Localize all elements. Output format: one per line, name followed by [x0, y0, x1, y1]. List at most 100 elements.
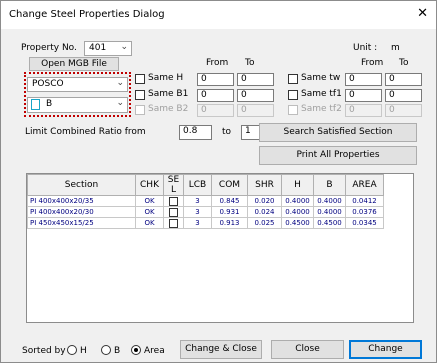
- same-tf2-checkbox[interactable]: [288, 105, 298, 115]
- window-title: Change Steel Properties Dialog: [9, 9, 165, 20]
- column-header-lcb[interactable]: LCB: [183, 174, 212, 196]
- same-tw-label: Same tw: [301, 73, 341, 83]
- row-select-checkbox[interactable]: [169, 218, 178, 228]
- cell-area: 0.0376: [345, 206, 384, 218]
- table-row[interactable]: PI 400x400x20/30 OK 3 0.931 0.024 0.4000 0.400…: [27, 206, 384, 218]
- results-table: Section CHK SE L LCB COM SHR H B AREA PI 400x400…: [26, 173, 414, 323]
- same-tf1-from-input[interactable]: 0: [345, 89, 382, 102]
- column-header-h[interactable]: H: [281, 174, 314, 196]
- sort-b-label: B: [114, 346, 121, 356]
- search-satisfied-section-button[interactable]: Search Satisfied Section: [259, 123, 417, 142]
- cell-shr: 0.020: [247, 195, 282, 207]
- manufacturer-select[interactable]: POSCO ⌄: [27, 77, 128, 92]
- column-header-shr[interactable]: SHR: [247, 174, 282, 196]
- close-icon[interactable]: ✕: [417, 6, 428, 21]
- cell-section: PI 400x400x20/30: [27, 206, 136, 218]
- same-b1-checkbox[interactable]: [135, 90, 145, 100]
- open-mgb-file-button[interactable]: Open MGB File: [29, 57, 119, 71]
- property-no-value: 401: [89, 43, 107, 53]
- table-row[interactable]: PI 450x450x15/25 OK 3 0.913 0.025 0.4500 0.450…: [27, 217, 384, 229]
- cell-b: 0.4500: [313, 217, 346, 229]
- chevron-down-icon: ⌄: [120, 42, 128, 52]
- print-all-properties-button[interactable]: Print All Properties: [259, 146, 417, 165]
- cell-section: PI 450x450x15/25: [27, 217, 136, 229]
- same-b2-to-input[interactable]: 0: [237, 104, 274, 117]
- cell-chk: OK: [135, 195, 164, 207]
- column-header-section[interactable]: Section: [27, 174, 136, 196]
- cell-select[interactable]: [163, 217, 184, 229]
- chevron-down-icon: ⌄: [116, 78, 124, 88]
- same-tf1-to-input[interactable]: 0: [385, 89, 422, 102]
- column-header-area[interactable]: AREA: [345, 174, 384, 196]
- cell-section: PI 400x400x20/35: [27, 195, 136, 207]
- change-steel-properties-dialog: Change Steel Properties Dialog ✕ Propert…: [0, 0, 437, 363]
- same-tw-from-input[interactable]: 0: [345, 73, 382, 86]
- sort-h-radio[interactable]: [67, 345, 77, 355]
- column-header-sel[interactable]: SE L: [163, 174, 184, 196]
- sort-b-radio[interactable]: [101, 345, 111, 355]
- same-tf2-to-input[interactable]: 0: [385, 104, 422, 117]
- cell-lcb: 3: [183, 217, 212, 229]
- cell-chk: OK: [135, 206, 164, 218]
- same-b2-checkbox[interactable]: [135, 105, 145, 115]
- same-h-from-input[interactable]: 0: [197, 73, 234, 86]
- cell-h: 0.4500: [281, 217, 314, 229]
- shape-select[interactable]: B ⌄: [27, 97, 128, 113]
- property-no-select[interactable]: 401 ⌄: [84, 41, 132, 56]
- to-header-right: To: [399, 58, 409, 68]
- column-header-com[interactable]: COM: [211, 174, 248, 196]
- unit-label: Unit :: [353, 43, 378, 53]
- sort-area-label: Area: [144, 346, 165, 356]
- row-select-checkbox[interactable]: [169, 196, 178, 206]
- shape-value: B: [46, 99, 53, 109]
- table-header-row: Section CHK SE L LCB COM SHR H B AREA: [27, 174, 384, 196]
- same-b1-to-input[interactable]: 0: [237, 89, 274, 102]
- same-b2-from-input[interactable]: 0: [197, 104, 234, 117]
- same-h-to-input[interactable]: 0: [237, 73, 274, 86]
- same-h-label: Same H: [148, 73, 184, 83]
- same-tf2-label: Same tf2: [301, 104, 342, 114]
- cell-select[interactable]: [163, 195, 184, 207]
- same-b2-label: Same B2: [148, 104, 189, 114]
- sort-h-label: H: [80, 346, 87, 356]
- sort-area-radio[interactable]: [131, 345, 141, 355]
- same-b1-label: Same B1: [148, 89, 189, 99]
- cell-shr: 0.025: [247, 217, 282, 229]
- cell-com: 0.931: [211, 206, 248, 218]
- same-b1-from-input[interactable]: 0: [197, 89, 234, 102]
- column-header-b[interactable]: B: [313, 174, 346, 196]
- limit-ratio-label: Limit Combined Ratio from: [25, 127, 146, 137]
- table-body: PI 400x400x20/35 OK 3 0.845 0.020 0.4000 0.400…: [27, 195, 384, 229]
- cell-select[interactable]: [163, 206, 184, 218]
- to-header-left: To: [245, 58, 255, 68]
- ratio-to-label: to: [222, 127, 232, 137]
- sorted-by-label: Sorted by: [22, 346, 66, 356]
- same-tw-to-input[interactable]: 0: [385, 73, 422, 86]
- cell-h: 0.4000: [281, 195, 314, 207]
- chevron-down-icon: ⌄: [116, 98, 124, 108]
- property-no-label: Property No.: [21, 43, 77, 53]
- change-and-close-button[interactable]: Change & Close: [180, 340, 262, 359]
- row-select-checkbox[interactable]: [169, 207, 178, 217]
- shape-indicator-icon: [31, 99, 40, 110]
- column-header-chk[interactable]: CHK: [135, 174, 164, 196]
- same-tf1-checkbox[interactable]: [288, 90, 298, 100]
- change-button[interactable]: Change: [349, 340, 422, 359]
- from-header-left: From: [206, 58, 229, 68]
- title-bar: Change Steel Properties Dialog ✕: [1, 1, 436, 29]
- cell-b: 0.4000: [313, 206, 346, 218]
- close-button[interactable]: Close: [271, 340, 344, 359]
- same-tf1-label: Same tf1: [301, 89, 342, 99]
- manufacturer-value: POSCO: [32, 79, 64, 89]
- cell-shr: 0.024: [247, 206, 282, 218]
- same-h-checkbox[interactable]: [135, 74, 145, 84]
- unit-value: m: [391, 43, 400, 53]
- ratio-from-input[interactable]: 0.8: [179, 125, 212, 140]
- table-row[interactable]: PI 400x400x20/35 OK 3 0.845 0.020 0.4000 0.400…: [27, 195, 384, 207]
- cell-area: 0.0345: [345, 217, 384, 229]
- same-tf2-from-input[interactable]: 0: [345, 104, 382, 117]
- same-tw-checkbox[interactable]: [288, 74, 298, 84]
- cell-com: 0.845: [211, 195, 248, 207]
- cell-b: 0.4000: [313, 195, 346, 207]
- results-table-grid: Section CHK SE L LCB COM SHR H B AREA PI 400x400…: [27, 174, 384, 229]
